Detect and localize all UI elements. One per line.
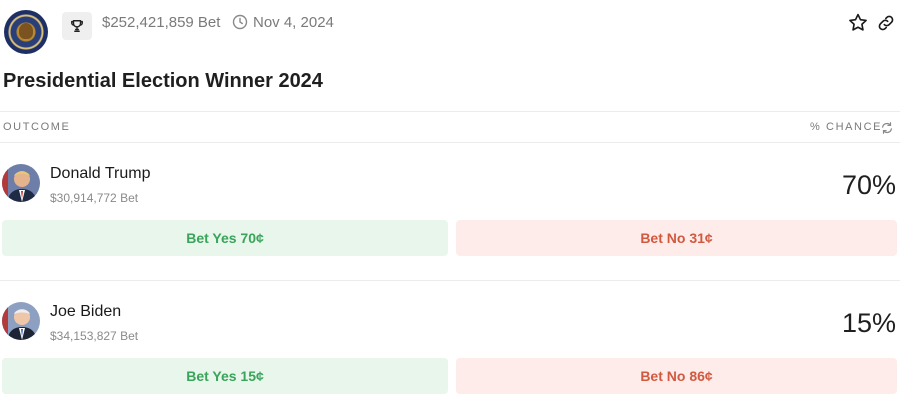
star-icon[interactable] — [847, 12, 869, 34]
presidential-seal-icon — [4, 10, 48, 54]
outcome-volume: $30,914,772 Bet — [50, 191, 139, 205]
page-title: Presidential Election Winner 2024 — [3, 70, 323, 92]
chance-column-header: % CHANCE — [810, 121, 883, 133]
bet-yes-button[interactable]: Bet Yes 15¢ — [2, 358, 448, 394]
bet-no-button[interactable]: Bet No 86¢ — [456, 358, 897, 394]
market-header: $252,421,859 Bet Nov 4, 2024 — [2, 6, 898, 56]
bet-yes-button[interactable]: Bet Yes 70¢ — [2, 220, 448, 256]
total-volume: $252,421,859 Bet — [102, 14, 221, 31]
bet-no-button[interactable]: Bet No 31¢ — [456, 220, 897, 256]
refresh-icon[interactable] — [880, 121, 894, 135]
clock-icon — [232, 14, 248, 30]
divider — [0, 111, 900, 112]
divider — [0, 142, 900, 143]
avatar — [2, 302, 40, 340]
end-date: Nov 4, 2024 — [253, 14, 334, 31]
trophy-icon — [71, 20, 83, 32]
avatar — [2, 164, 40, 202]
outcome-volume: $34,153,827 Bet — [50, 329, 139, 343]
outcome-row: Joe Biden $34,153,827 Bet 15% Bet Yes 15… — [0, 302, 900, 402]
trophy-button[interactable] — [62, 12, 92, 40]
outcome-name: Joe Biden — [50, 303, 122, 320]
outcome-chance: 70% — [841, 170, 896, 200]
divider — [0, 280, 900, 281]
outcome-name: Donald Trump — [50, 165, 151, 182]
link-icon[interactable] — [876, 13, 896, 33]
outcome-row: Donald Trump $30,914,772 Bet 70% Bet Yes… — [0, 164, 900, 264]
outcome-chance: 15% — [841, 308, 896, 338]
outcome-column-header: OUTCOME — [3, 121, 71, 133]
